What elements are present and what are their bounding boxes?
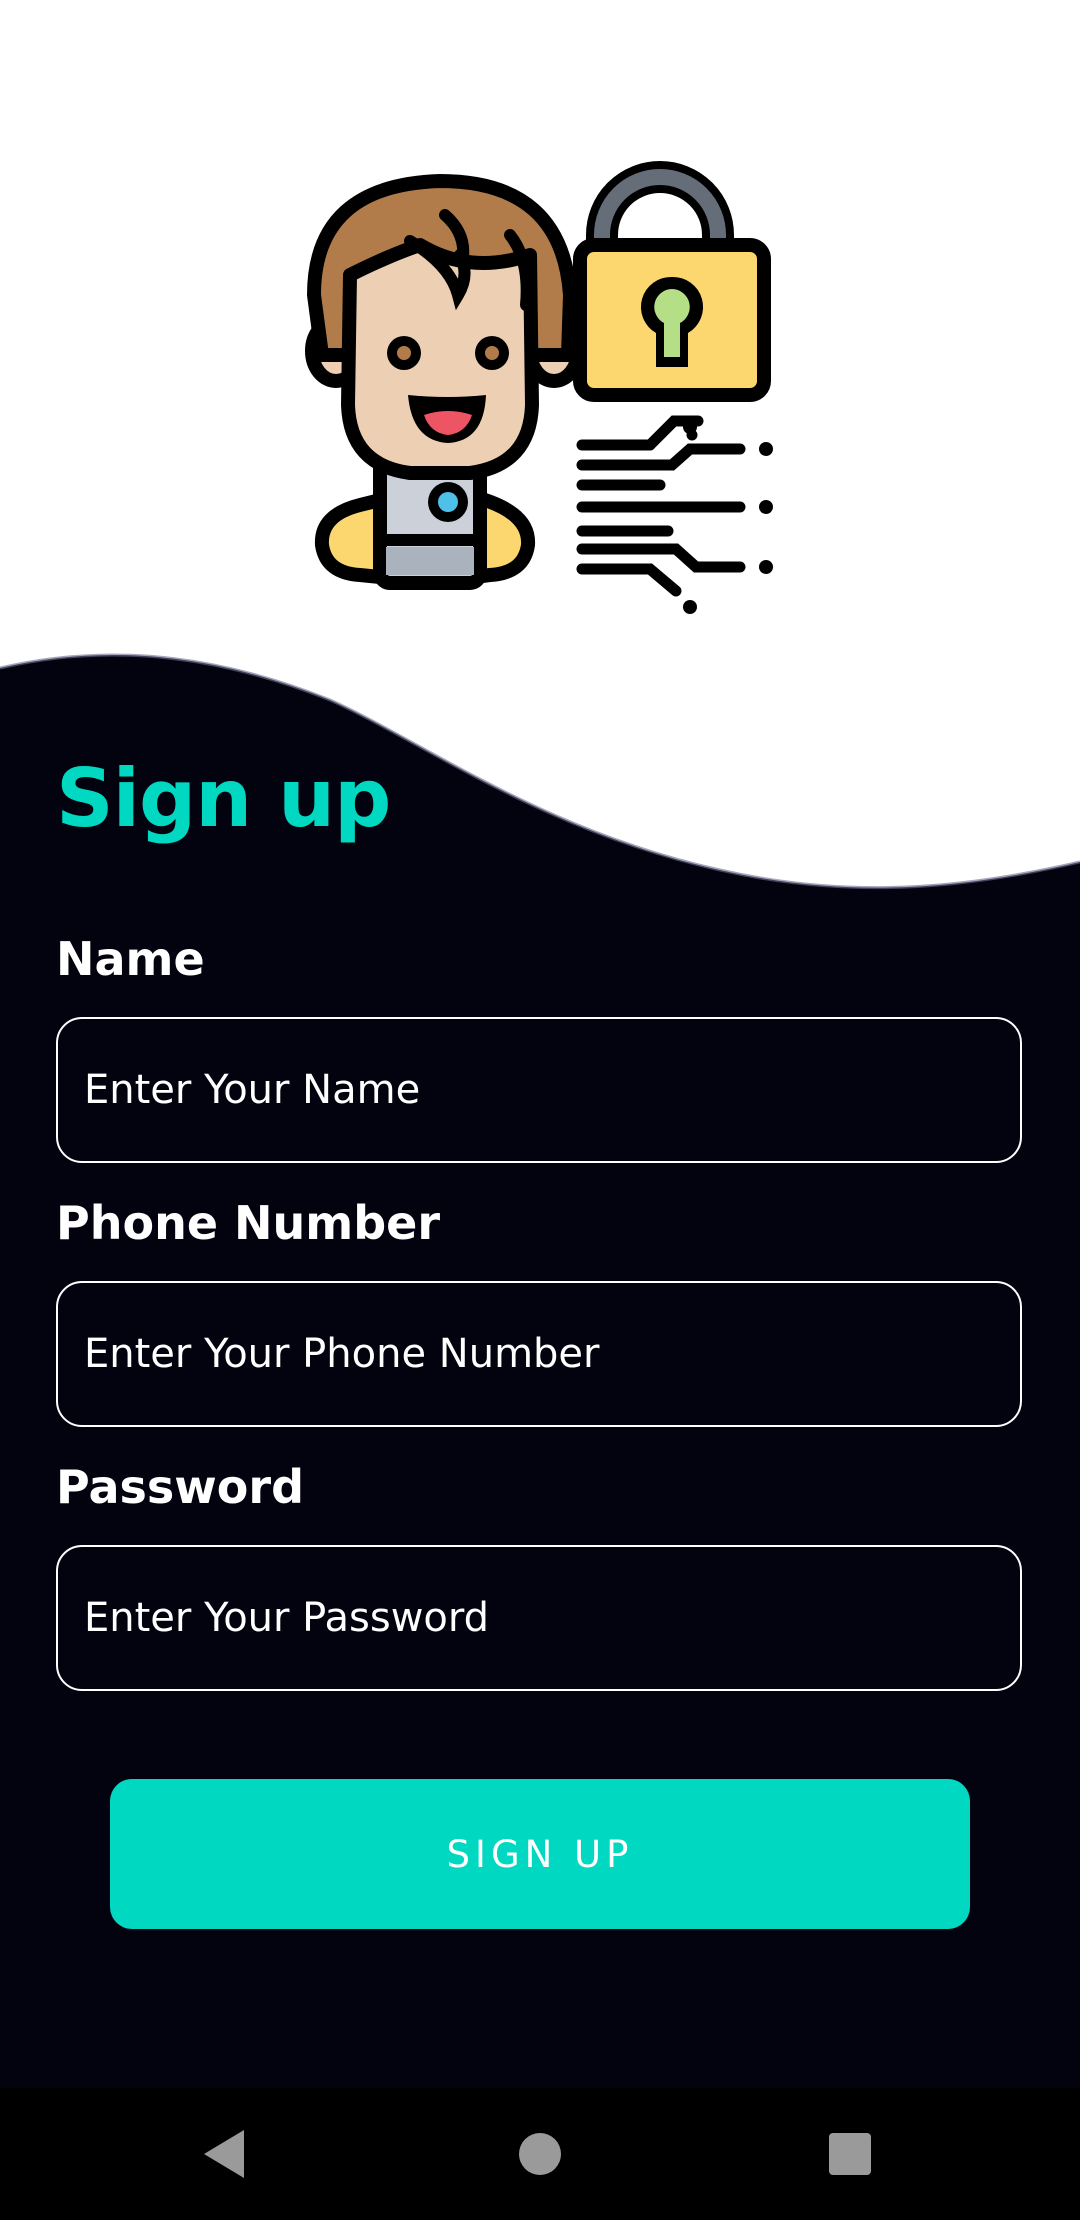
password-input[interactable] <box>56 1545 1022 1691</box>
page-title: Sign up <box>56 752 391 845</box>
sign-up-button[interactable]: SIGN UP <box>110 1779 970 1929</box>
password-label: Password <box>56 1460 304 1514</box>
phone-number-input[interactable] <box>56 1281 1022 1427</box>
recents-icon[interactable] <box>802 2106 898 2202</box>
back-icon[interactable] <box>178 2106 274 2202</box>
home-icon[interactable] <box>492 2106 588 2202</box>
system-navigation-bar <box>0 2088 1080 2220</box>
user-with-padlock-illustration <box>305 161 773 614</box>
name-label: Name <box>56 932 205 986</box>
phone-number-label: Phone Number <box>56 1196 441 1250</box>
name-input[interactable] <box>56 1017 1022 1163</box>
